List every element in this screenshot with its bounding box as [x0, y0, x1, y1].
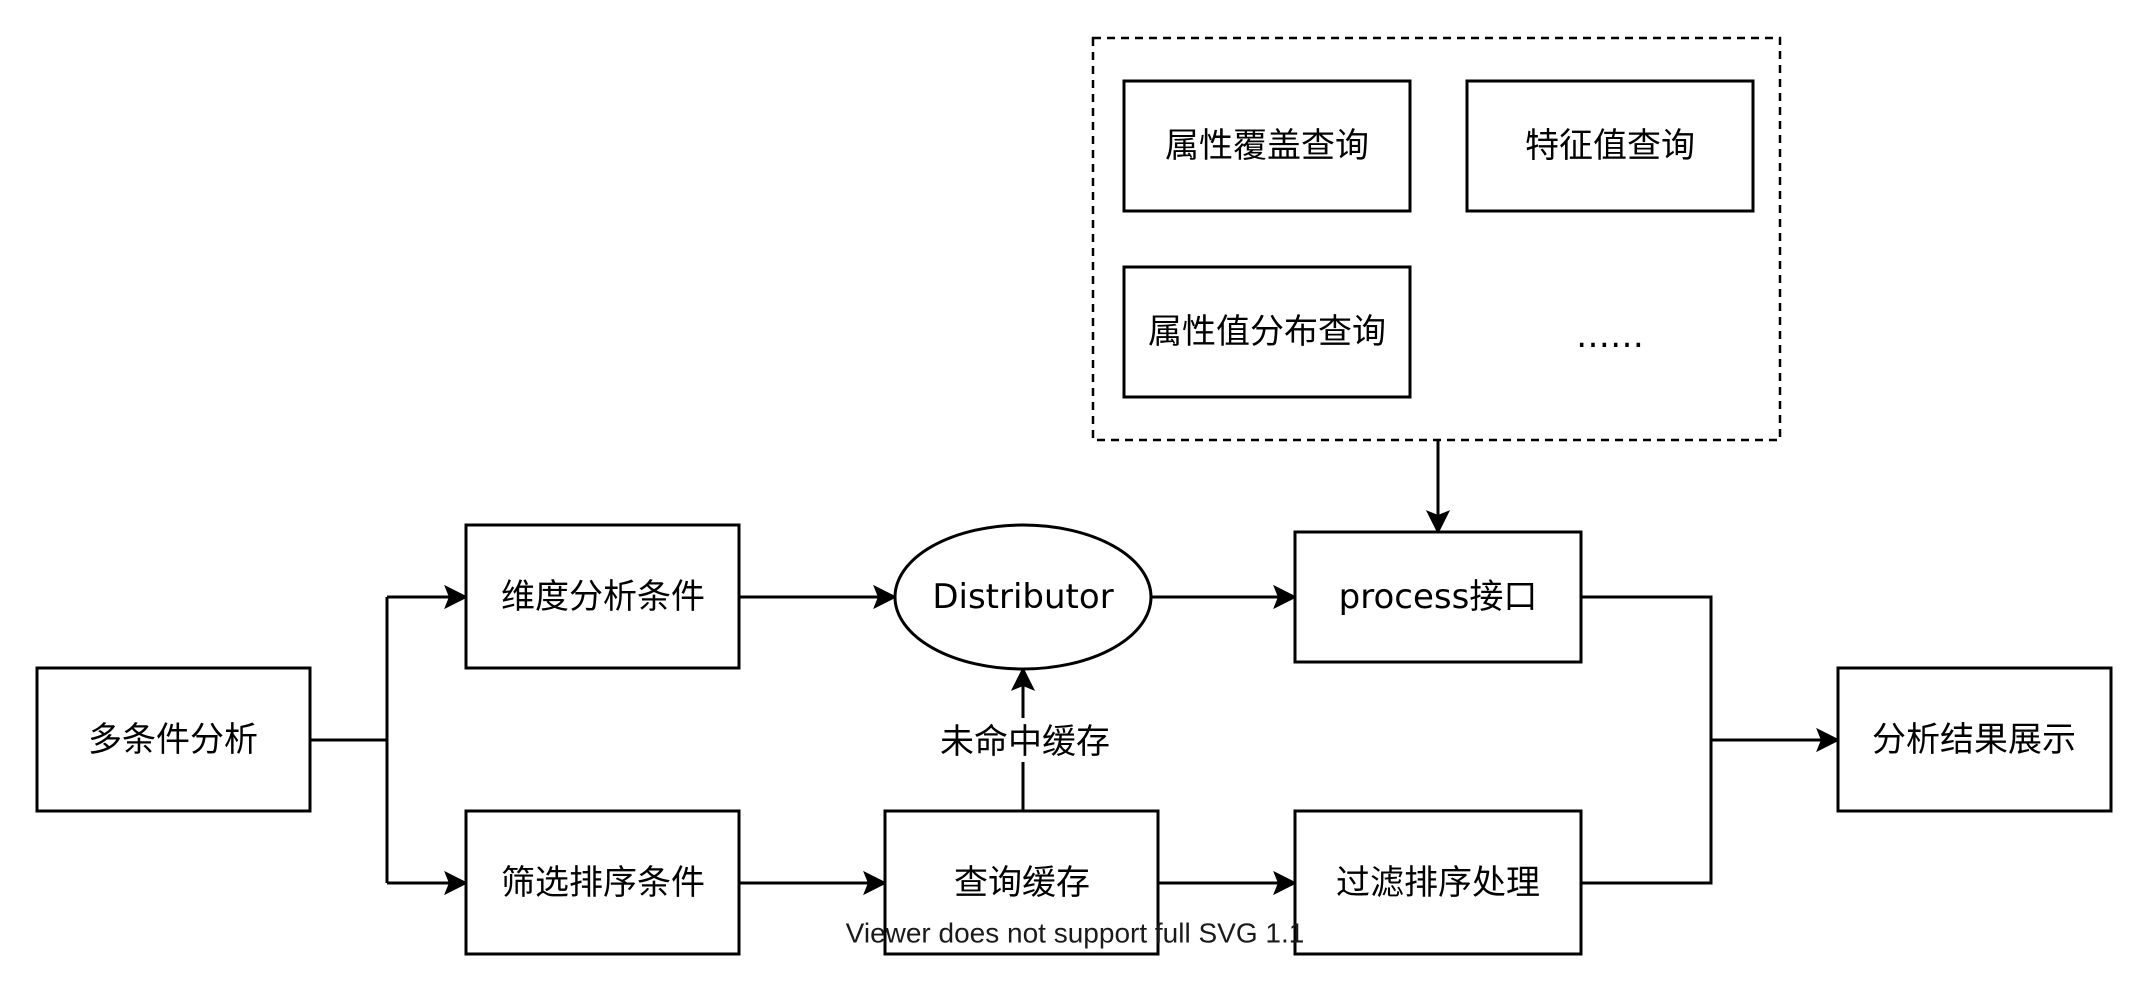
- arrowhead-to-filter-processing: [1273, 870, 1298, 896]
- edge-process-to-merge: [1582, 595, 1713, 885]
- node-attr-value-distribution-query-label: 属性值分布查询: [1148, 312, 1386, 352]
- node-distributor-label: Distributor: [932, 577, 1113, 617]
- node-feature-value-query-label: 特征值查询: [1525, 126, 1695, 166]
- node-distributor: Distributor: [893, 523, 1153, 671]
- node-dimension-condition-label: 维度分析条件: [501, 577, 705, 617]
- node-process-interface-label: process接口: [1339, 577, 1538, 617]
- arrowhead-group-to-process: [1425, 510, 1451, 535]
- flow-diagram: 未命中缓存 多条件分析 维度分析条件 筛选排序条件 Distributor 查询…: [35, 36, 2113, 956]
- node-filter-sort-processing-label: 过滤排序处理: [1336, 863, 1540, 903]
- arrowhead-to-cache: [863, 870, 888, 896]
- node-dimension-condition: 维度分析条件: [464, 523, 741, 670]
- arrowhead-to-distributor: [873, 584, 898, 610]
- arrowhead-to-dimension: [444, 584, 469, 610]
- node-filter-sort-processing: 过滤排序处理: [1293, 809, 1583, 956]
- svg-support-notice[interactable]: Viewer does not support full SVG 1.1: [846, 918, 1305, 949]
- arrowhead-to-result: [1816, 727, 1841, 753]
- node-multi-condition-label: 多条件分析: [88, 720, 258, 760]
- cache-miss-label: 未命中缓存: [940, 722, 1110, 762]
- node-result-display: 分析结果展示: [1836, 666, 2113, 813]
- node-process-interface: process接口: [1293, 530, 1583, 664]
- node-filter-sort-condition: 筛选排序条件: [464, 809, 741, 956]
- node-feature-value-query: 特征值查询: [1465, 79, 1755, 213]
- node-query-cache-label: 查询缓存: [954, 863, 1090, 903]
- arrowhead-to-filter: [444, 870, 469, 896]
- node-filter-sort-condition-label: 筛选排序条件: [501, 863, 705, 903]
- node-attr-value-distribution-query: 属性值分布查询: [1122, 265, 1412, 399]
- arrowhead-to-process: [1273, 584, 1298, 610]
- node-result-display-label: 分析结果展示: [1872, 720, 2076, 760]
- more-ellipsis: ……: [1576, 316, 1644, 356]
- arrowhead-cache-to-distributor: [1010, 666, 1036, 691]
- node-attr-coverage-query: 属性覆盖查询: [1122, 79, 1412, 213]
- node-attr-coverage-query-label: 属性覆盖查询: [1165, 126, 1369, 166]
- node-multi-condition: 多条件分析: [35, 666, 312, 813]
